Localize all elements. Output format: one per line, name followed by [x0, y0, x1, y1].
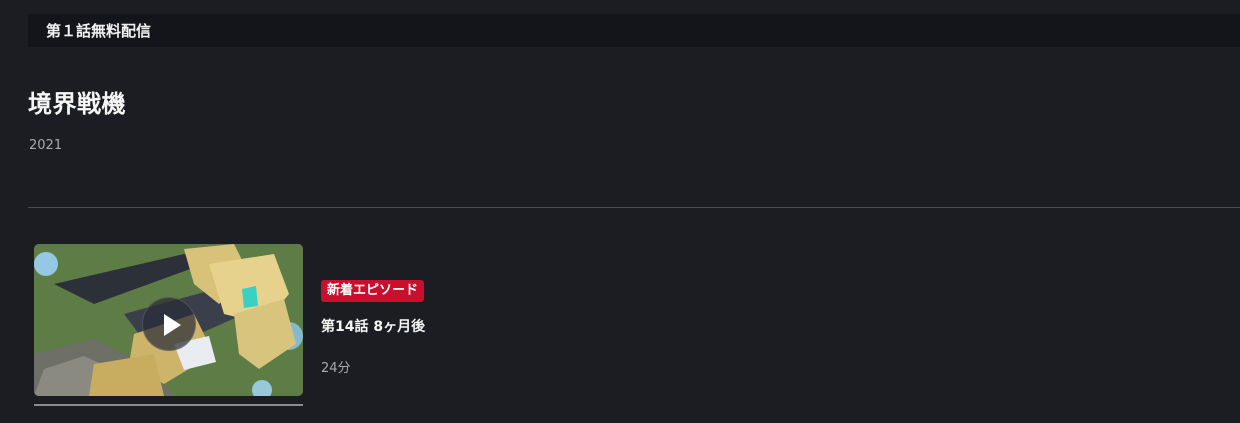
free-episode-banner: 第１話無料配信: [28, 14, 1240, 47]
episode-card[interactable]: 新着エピソード 第14話 8ヶ月後 24分: [28, 230, 1240, 420]
play-icon: [164, 314, 181, 336]
play-button[interactable]: [142, 297, 196, 351]
new-episode-badge: 新着エピソード: [321, 280, 425, 302]
episode-title[interactable]: 第14話 8ヶ月後: [321, 316, 425, 336]
series-page: 第１話無料配信 境界戦機 2021 新着エピソード 第14話 8ヶ月後 24分: [0, 0, 1240, 423]
series-title: 境界戦機: [28, 90, 126, 118]
watch-progress-bar: [34, 404, 303, 406]
episode-duration: 24分: [321, 361, 351, 376]
section-divider: [28, 207, 1240, 208]
series-year: 2021: [29, 138, 63, 153]
episode-thumbnail[interactable]: [34, 244, 303, 396]
